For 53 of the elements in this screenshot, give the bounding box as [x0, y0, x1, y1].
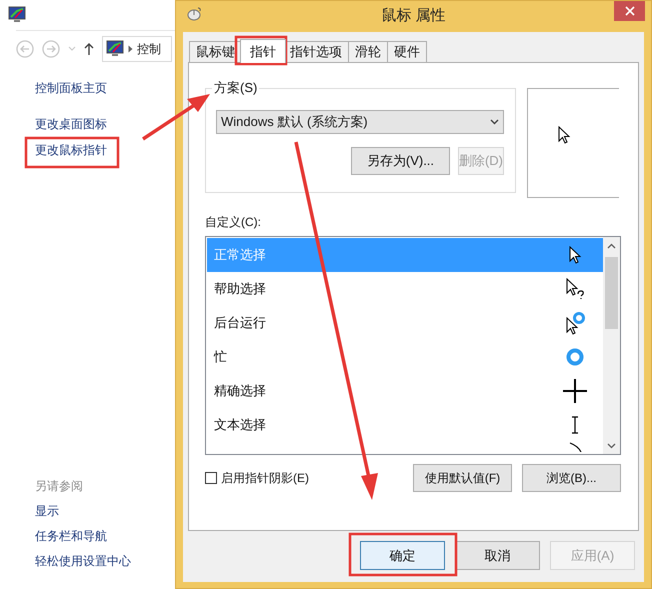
chevron-icon: [128, 44, 133, 52]
list-row[interactable]: 忙: [207, 340, 603, 374]
address-text: 控制: [137, 40, 161, 58]
sidebar-link[interactable]: 更改鼠标指针: [35, 141, 175, 159]
list-row[interactable]: 精确选择: [207, 374, 603, 408]
back-icon: [16, 40, 34, 58]
forward-icon: [42, 40, 60, 58]
panel-button[interactable]: 浏览(B)...: [522, 464, 621, 492]
dialog-button[interactable]: 确定: [360, 541, 445, 570]
tab[interactable]: 鼠标键: [189, 41, 242, 62]
cursor-list[interactable]: 正常选择 帮助选择 后台运行 忙 精确选择 文本选择: [205, 236, 621, 455]
sidebar-link[interactable]: 控制面板主页: [35, 79, 175, 97]
pen-cursor-icon: [568, 442, 582, 452]
sidebar-link[interactable]: 更改桌面图标: [35, 115, 175, 133]
sidebar-link[interactable]: 轻松使用设置中心: [35, 552, 175, 570]
highlight-box: [234, 36, 288, 66]
dialog-button[interactable]: 取消: [455, 541, 540, 570]
scheme-button[interactable]: 另存为(V)...: [350, 147, 450, 175]
dropdown-icon: [490, 119, 499, 125]
mouse-icon: [186, 7, 202, 21]
scheme-dropdown[interactable]: Windows 默认 (系统方案): [216, 110, 504, 134]
sidebar-link[interactable]: 任务栏和导航: [35, 527, 175, 545]
control-panel-icon: [8, 6, 26, 22]
shadow-checkbox[interactable]: 启用指针阴影(E): [205, 469, 413, 487]
tab[interactable]: 指针: [240, 39, 286, 63]
list-row[interactable]: 文本选择: [207, 408, 603, 442]
address-bar[interactable]: 控制: [102, 36, 172, 62]
cursor-arrow-icon: [568, 246, 582, 264]
cursor-arrow-icon: [558, 126, 571, 145]
list-row[interactable]: 后台运行: [207, 306, 603, 340]
help-cursor-icon: [566, 278, 584, 300]
dropdown-icon: [68, 46, 76, 52]
up-icon: [84, 42, 94, 56]
window-title: 鼠标 属性: [381, 6, 446, 26]
section-heading: 另请参阅: [35, 478, 84, 495]
tab[interactable]: 硬件: [387, 41, 427, 62]
sidebar-link[interactable]: 显示: [35, 502, 175, 520]
customize-label: 自定义(C):: [205, 214, 262, 230]
working-cursor-icon: [566, 311, 584, 335]
annotation-arrow: [142, 94, 210, 140]
scroll-down-icon: [607, 443, 616, 449]
close-button[interactable]: [614, 1, 645, 21]
control-panel-icon: [106, 40, 124, 57]
scrollbar[interactable]: [603, 237, 620, 454]
panel-button[interactable]: 使用默认值(F): [413, 464, 512, 492]
scrollbar-thumb[interactable]: [605, 257, 618, 329]
close-icon: [624, 6, 634, 16]
busy-cursor-icon: [565, 347, 585, 367]
text-cursor-icon: [571, 416, 579, 434]
list-row[interactable]: 帮助选择: [207, 272, 603, 306]
group-label: 方案(S): [212, 80, 260, 96]
crosshair-icon: [563, 379, 587, 403]
scroll-up-icon: [607, 243, 616, 249]
